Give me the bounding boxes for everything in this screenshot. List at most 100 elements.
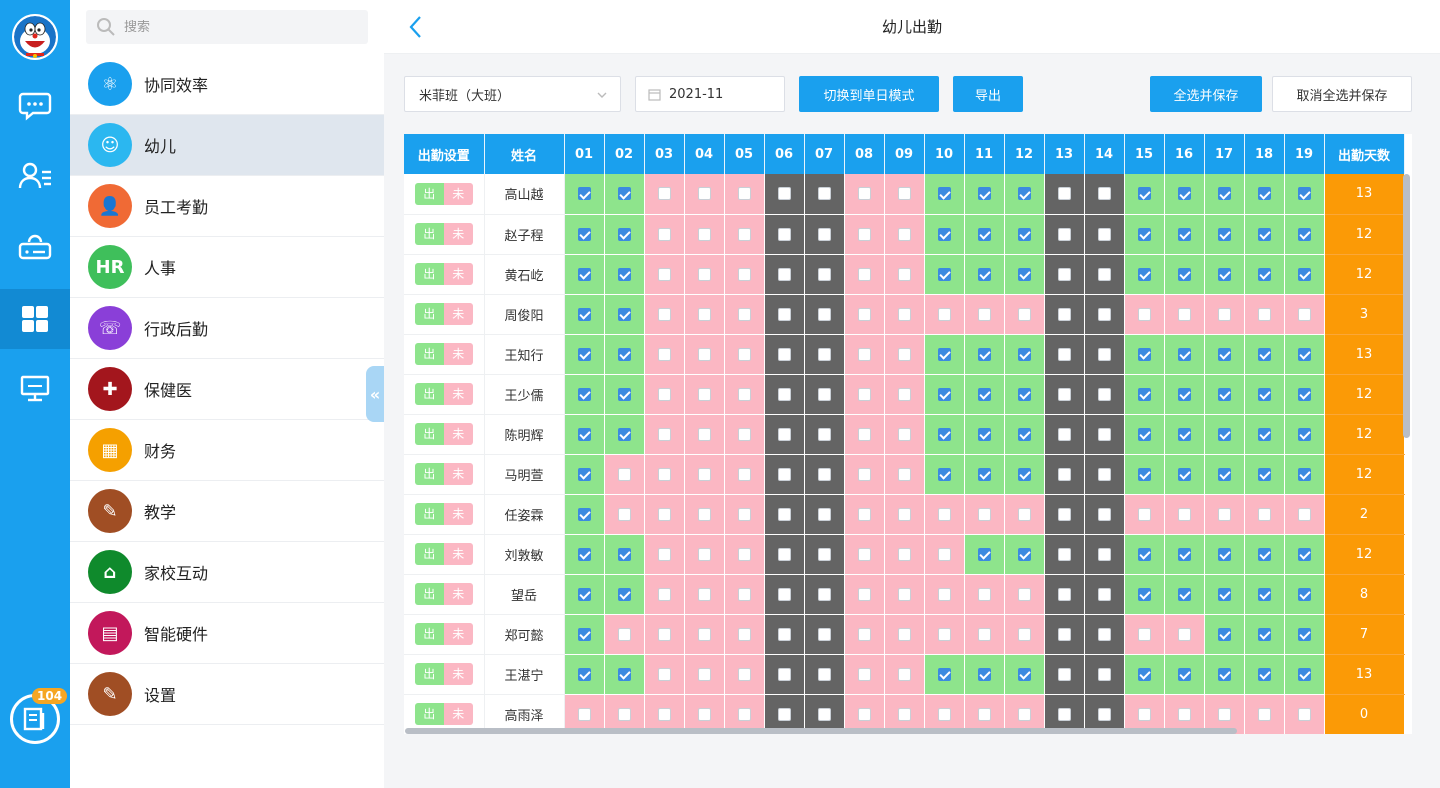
attendance-checkbox[interactable]	[1057, 707, 1071, 721]
attendance-checkbox[interactable]	[1217, 427, 1231, 441]
attendance-checkbox[interactable]	[617, 387, 631, 401]
switch-single-day-button[interactable]: 切换到单日模式	[799, 76, 939, 112]
attendance-checkbox[interactable]	[857, 707, 871, 721]
attendance-checkbox[interactable]	[1137, 627, 1151, 641]
attendance-checkbox[interactable]	[1217, 227, 1231, 241]
attendance-checkbox[interactable]	[657, 307, 671, 321]
attendance-checkbox[interactable]	[697, 627, 711, 641]
attendance-checkbox[interactable]	[1217, 187, 1231, 201]
attendance-checkbox[interactable]	[697, 667, 711, 681]
attendance-checkbox[interactable]	[617, 187, 631, 201]
attendance-checkbox[interactable]	[1057, 307, 1071, 321]
attendance-checkbox[interactable]	[737, 587, 751, 601]
attendance-checkbox[interactable]	[657, 187, 671, 201]
attendance-checkbox[interactable]	[577, 507, 591, 521]
attendance-checkbox[interactable]	[977, 707, 991, 721]
attendance-checkbox[interactable]	[857, 467, 871, 481]
menu-item-health-doctor[interactable]: ✚ 保健医	[70, 359, 384, 420]
attendance-checkbox[interactable]	[1017, 307, 1031, 321]
attendance-checkbox[interactable]	[1057, 587, 1071, 601]
attendance-checkbox[interactable]	[1097, 267, 1111, 281]
attendance-checkbox[interactable]	[1217, 547, 1231, 561]
attendance-checkbox[interactable]	[1017, 587, 1031, 601]
attendance-checkbox[interactable]	[1137, 667, 1151, 681]
attendance-checkbox[interactable]	[1177, 387, 1191, 401]
attendance-checkbox[interactable]	[897, 587, 911, 601]
attendance-checkbox[interactable]	[617, 507, 631, 521]
attendance-checkbox[interactable]	[1297, 347, 1311, 361]
attendance-checkbox[interactable]	[1017, 187, 1031, 201]
attendance-checkbox[interactable]	[617, 307, 631, 321]
attendance-checkbox[interactable]	[1057, 667, 1071, 681]
attendance-checkbox[interactable]	[657, 267, 671, 281]
menu-item-staff-attendance[interactable]: 👤 员工考勤	[70, 176, 384, 237]
attendance-checkbox[interactable]	[577, 267, 591, 281]
attendance-checkbox[interactable]	[977, 307, 991, 321]
attendance-checkbox[interactable]	[1017, 267, 1031, 281]
attendance-checkbox[interactable]	[1297, 547, 1311, 561]
attendance-checkbox[interactable]	[1017, 427, 1031, 441]
attendance-checkbox[interactable]	[1057, 387, 1071, 401]
attendance-checkbox[interactable]	[1177, 667, 1191, 681]
attendance-checkbox[interactable]	[777, 507, 791, 521]
attendance-checkbox[interactable]	[817, 587, 831, 601]
mark-present-button[interactable]: 出	[414, 703, 444, 725]
menu-item-child-face[interactable]: ☺ 幼儿	[70, 115, 384, 176]
attendance-checkbox[interactable]	[577, 667, 591, 681]
attendance-checkbox[interactable]	[617, 467, 631, 481]
attendance-checkbox[interactable]	[897, 507, 911, 521]
attendance-checkbox[interactable]	[617, 267, 631, 281]
attendance-checkbox[interactable]	[657, 467, 671, 481]
attendance-checkbox[interactable]	[977, 667, 991, 681]
attendance-checkbox[interactable]	[897, 627, 911, 641]
attendance-checkbox[interactable]	[897, 667, 911, 681]
attendance-checkbox[interactable]	[1297, 227, 1311, 241]
attendance-checkbox[interactable]	[937, 347, 951, 361]
attendance-checkbox[interactable]	[857, 347, 871, 361]
attendance-checkbox[interactable]	[777, 427, 791, 441]
attendance-checkbox[interactable]	[1097, 627, 1111, 641]
attendance-checkbox[interactable]	[697, 187, 711, 201]
attendance-checkbox[interactable]	[697, 547, 711, 561]
attendance-checkbox[interactable]	[857, 627, 871, 641]
attendance-checkbox[interactable]	[817, 467, 831, 481]
mark-absent-button[interactable]: 未	[443, 223, 473, 245]
attendance-checkbox[interactable]	[1057, 467, 1071, 481]
attendance-checkbox[interactable]	[1217, 667, 1231, 681]
attendance-checkbox[interactable]	[1297, 507, 1311, 521]
attendance-checkbox[interactable]	[1137, 467, 1151, 481]
attendance-checkbox[interactable]	[1257, 387, 1271, 401]
attendance-checkbox[interactable]	[1017, 227, 1031, 241]
attendance-checkbox[interactable]	[1017, 507, 1031, 521]
attendance-checkbox[interactable]	[977, 187, 991, 201]
attendance-checkbox[interactable]	[937, 507, 951, 521]
mark-present-button[interactable]: 出	[414, 182, 444, 205]
attendance-checkbox[interactable]	[817, 227, 831, 241]
attendance-checkbox[interactable]	[897, 187, 911, 201]
attendance-checkbox[interactable]	[737, 547, 751, 561]
attendance-checkbox[interactable]	[1257, 587, 1271, 601]
attendance-checkbox[interactable]	[937, 587, 951, 601]
attendance-checkbox[interactable]	[1257, 547, 1271, 561]
menu-item-admin-logistics[interactable]: ☏ 行政后勤	[70, 298, 384, 359]
attendance-checkbox[interactable]	[737, 627, 751, 641]
attendance-checkbox[interactable]	[1257, 507, 1271, 521]
mark-present-button[interactable]: 出	[414, 463, 444, 485]
attendance-checkbox[interactable]	[977, 547, 991, 561]
attendance-checkbox[interactable]	[1057, 267, 1071, 281]
attendance-checkbox[interactable]	[937, 187, 951, 201]
attendance-checkbox[interactable]	[1137, 187, 1151, 201]
attendance-checkbox[interactable]	[737, 187, 751, 201]
attendance-checkbox[interactable]	[937, 267, 951, 281]
attendance-checkbox[interactable]	[1297, 307, 1311, 321]
attendance-checkbox[interactable]	[1257, 667, 1271, 681]
attendance-checkbox[interactable]	[1097, 227, 1111, 241]
cancel-all-save-button[interactable]: 取消全选并保存	[1272, 76, 1412, 112]
attendance-checkbox[interactable]	[577, 707, 591, 721]
mark-present-button[interactable]: 出	[414, 663, 444, 685]
export-button[interactable]: 导出	[953, 76, 1023, 112]
mark-absent-button[interactable]: 未	[443, 263, 473, 285]
attendance-checkbox[interactable]	[817, 627, 831, 641]
mark-absent-button[interactable]: 未	[443, 663, 473, 685]
horizontal-scrollbar[interactable]	[405, 728, 1237, 734]
